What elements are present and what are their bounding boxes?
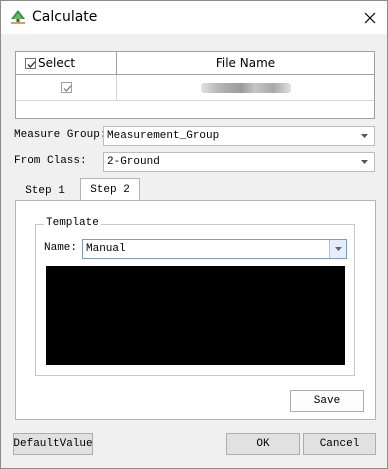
- check-icon: [63, 85, 71, 92]
- column-header-file-name[interactable]: File Name: [117, 52, 374, 74]
- close-icon: [364, 12, 376, 23]
- column-header-select[interactable]: Select: [16, 52, 117, 74]
- template-group-label: Template: [44, 217, 101, 229]
- from-class-select[interactable]: 2-Ground: [103, 152, 375, 172]
- check-icon: [27, 60, 36, 68]
- template-dropdown-button[interactable]: [329, 240, 346, 258]
- tab-step-1[interactable]: Step 1: [13, 181, 77, 201]
- template-preview: [46, 266, 345, 365]
- name-label: Name:: [44, 242, 78, 254]
- chevron-down-icon: [334, 247, 342, 251]
- title-bar: Calculate: [1, 1, 387, 34]
- save-button[interactable]: Save: [290, 390, 364, 412]
- measure-group-label: Measure Group:: [14, 129, 107, 141]
- close-button[interactable]: [353, 1, 387, 34]
- tree-icon: [10, 9, 26, 25]
- column-header-select-label: Select: [38, 56, 76, 70]
- from-class-label: From Class:: [14, 155, 87, 167]
- table-row[interactable]: [16, 75, 374, 101]
- chevron-down-icon: [361, 160, 368, 164]
- redacted-file-name: [200, 82, 291, 93]
- file-table: Select File Name: [15, 51, 375, 119]
- ok-button[interactable]: OK: [226, 433, 300, 455]
- tab-step-2[interactable]: Step 2: [80, 178, 140, 201]
- template-name-value: Manual: [86, 243, 126, 255]
- cancel-button[interactable]: Cancel: [303, 433, 376, 455]
- calculate-dialog: Calculate Select File Name Measure Group…: [0, 0, 388, 469]
- row-select-checkbox[interactable]: [60, 82, 72, 93]
- window-title: Calculate: [32, 9, 98, 25]
- default-value-button[interactable]: DefaultValue: [13, 433, 93, 455]
- measure-group-select[interactable]: Measurement_Group: [103, 126, 375, 146]
- row-select-cell[interactable]: [16, 75, 117, 100]
- table-header-row: Select File Name: [16, 52, 374, 75]
- measure-group-value: Measurement_Group: [107, 130, 220, 142]
- step-2-panel: Template Name: Manual Save: [15, 200, 376, 420]
- row-file-name-cell: [117, 75, 374, 100]
- template-groupbox: Template Name: Manual: [35, 217, 355, 376]
- template-name-select[interactable]: Manual: [82, 239, 347, 259]
- chevron-down-icon: [361, 134, 368, 138]
- from-class-value: 2-Ground: [107, 156, 160, 168]
- select-all-checkbox[interactable]: [25, 57, 36, 69]
